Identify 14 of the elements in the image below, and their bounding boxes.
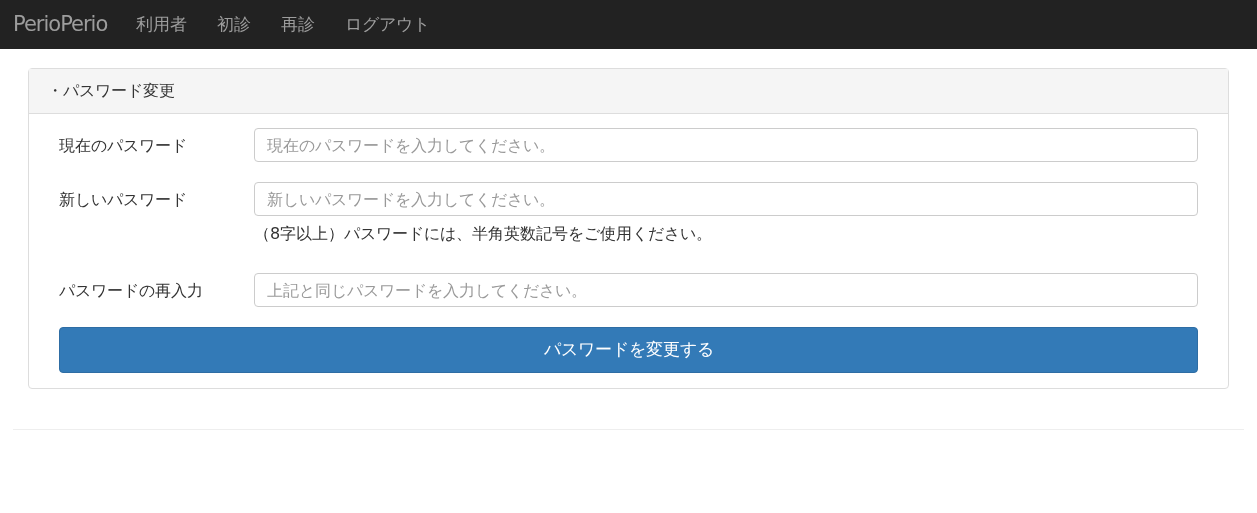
- brand-logo[interactable]: PerioPerio: [13, 8, 108, 41]
- password-field[interactable]: 上記と同じパスワードを入力してください。: [254, 273, 1198, 307]
- help-text: （8字以上）パスワードには、半角英数記号をご使用ください。: [254, 223, 713, 245]
- field-label: パスワードの再入力: [59, 280, 204, 302]
- field-label: 新しいパスワード: [59, 189, 188, 211]
- password-field[interactable]: 現在のパスワードを入力してください。: [254, 128, 1198, 162]
- password-field[interactable]: 新しいパスワードを入力してください。: [254, 182, 1198, 216]
- nav-link[interactable]: 利用者: [121, 11, 203, 38]
- nav-link[interactable]: 再診: [266, 11, 331, 38]
- submit-button[interactable]: パスワードを変更する: [59, 327, 1198, 373]
- panel-heading: ・パスワード変更: [29, 69, 1228, 114]
- nav-link[interactable]: ログアウト: [330, 11, 446, 38]
- field-label: 現在のパスワード: [59, 135, 188, 157]
- nav-link[interactable]: 初診: [202, 11, 267, 38]
